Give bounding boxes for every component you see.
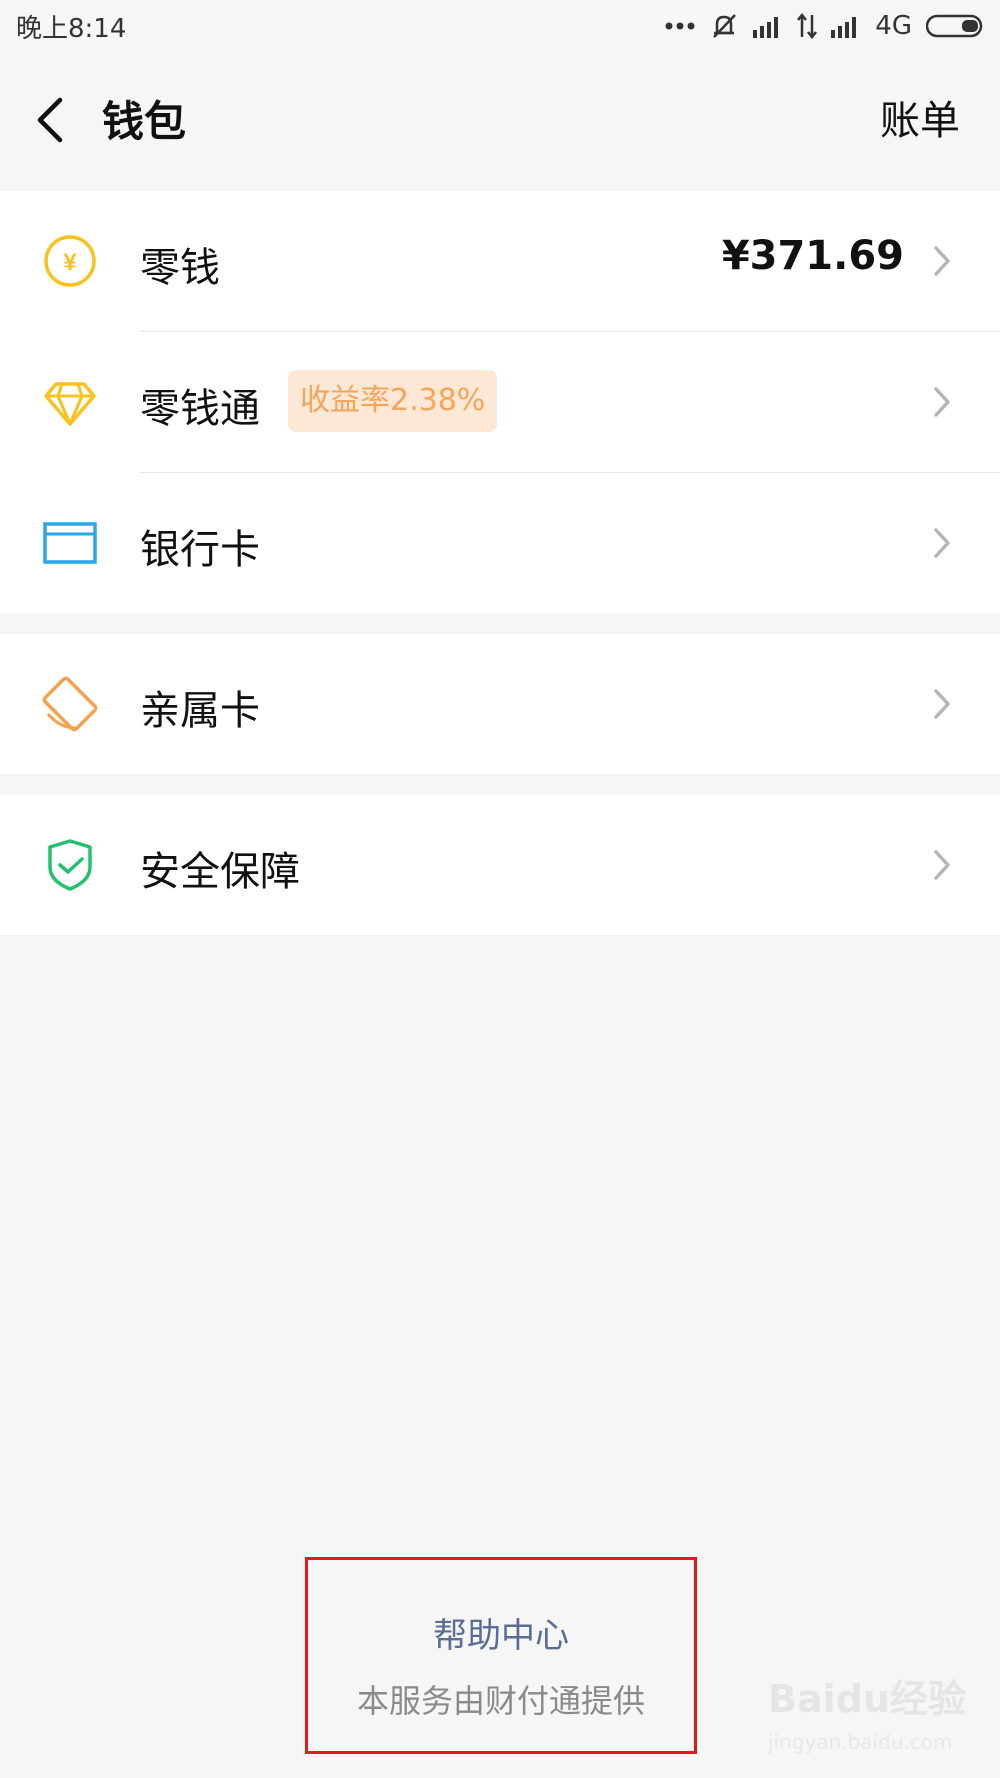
row-label: 零钱 (140, 245, 220, 291)
chevron-right-icon (934, 387, 950, 417)
mute-icon (713, 14, 737, 38)
footer-highlight-box: 帮助中心 本服务由财付通提供 (305, 1557, 697, 1754)
row-label: 安全保障 (140, 849, 300, 895)
svg-text:¥: ¥ (63, 249, 77, 276)
row-label: 银行卡 (140, 527, 260, 573)
page-title: 钱包 (102, 97, 187, 146)
balance-value: ¥371.69 (721, 233, 904, 279)
row-security[interactable]: 安全保障 (0, 795, 1000, 935)
row-label: 零钱通 (140, 386, 260, 432)
watermark-brand: Baidu经验 (768, 1677, 966, 1721)
row-family-card[interactable]: 亲属卡 (0, 634, 1000, 774)
family-card-icon (42, 676, 98, 732)
status-icons: 4G (665, 8, 986, 44)
data-arrows-icon (797, 13, 818, 39)
security-group: 安全保障 (0, 795, 1000, 935)
row-lingqiantong[interactable]: 零钱通 收益率2.38% (0, 332, 1000, 472)
baidu-watermark: Baidu经验 jingyan.baidu.com (768, 1668, 978, 1768)
back-arrow-icon[interactable] (30, 90, 74, 150)
status-bar: 晚上8:14 4G (0, 0, 1000, 52)
family-card-group: 亲属卡 (0, 634, 1000, 774)
watermark-url: jingyan.baidu.com (768, 1730, 953, 1754)
diamond-icon (44, 382, 96, 426)
network-type: 4G (875, 11, 912, 41)
status-time: 晚上8:14 (16, 14, 127, 44)
row-lingqian[interactable]: ¥ 零钱 ¥371.69 (0, 191, 1000, 331)
chevron-right-icon (934, 850, 950, 880)
chevron-right-icon (934, 528, 950, 558)
chevron-right-icon (934, 246, 950, 276)
row-bank-card[interactable]: 银行卡 (0, 473, 1000, 613)
bill-button[interactable]: 账单 (880, 88, 960, 146)
yield-rate-badge: 收益率2.38% (288, 370, 498, 432)
yuan-coin-icon: ¥ (44, 235, 96, 287)
signal-icon (753, 17, 779, 38)
chevron-right-icon (934, 689, 950, 719)
row-label: 亲属卡 (140, 688, 260, 734)
nav-bar: 钱包 账单 (0, 52, 1000, 190)
signal-icon (831, 17, 857, 38)
battery-icon (926, 14, 983, 38)
provider-text: 本服务由财付通提供 (356, 1682, 645, 1720)
shield-check-icon (48, 839, 92, 891)
help-center-link[interactable]: 帮助中心 (308, 1608, 694, 1657)
wallet-main-group: ¥ 零钱 ¥371.69 零钱通 收益率2.38% 银行卡 (0, 191, 1000, 613)
bank-card-icon (43, 522, 97, 564)
more-dots-icon (665, 22, 695, 30)
